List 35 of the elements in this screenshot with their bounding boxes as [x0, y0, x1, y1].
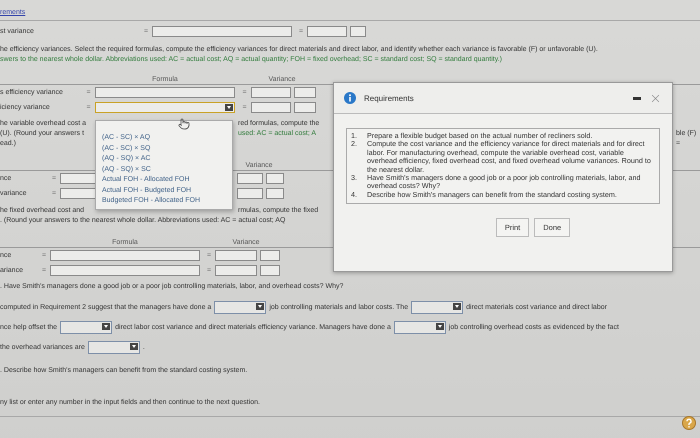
variance-field[interactable]	[307, 26, 347, 36]
hand-cursor-icon	[178, 118, 190, 130]
info-icon	[344, 92, 356, 104]
variance-field[interactable]	[215, 250, 257, 261]
variance-type-field[interactable]	[350, 26, 366, 36]
caret-icon	[130, 343, 138, 350]
caret-icon	[453, 303, 462, 310]
variance-type-field[interactable]	[266, 173, 284, 184]
formula-field[interactable]	[95, 87, 235, 98]
variance-type-field[interactable]	[266, 188, 284, 199]
variance-field[interactable]	[251, 87, 291, 98]
caret-icon	[225, 104, 233, 111]
variance-type-field[interactable]	[260, 250, 280, 261]
variance-field[interactable]	[237, 188, 263, 199]
caret-icon	[256, 303, 264, 310]
formula-field[interactable]	[50, 250, 200, 261]
variance-type-field[interactable]	[260, 265, 280, 276]
answer-dropdown[interactable]	[394, 321, 446, 334]
caret-icon	[436, 323, 444, 330]
formula-field[interactable]	[50, 265, 200, 276]
help-icon[interactable]	[682, 416, 696, 430]
variance-field[interactable]	[251, 102, 291, 113]
answer-dropdown[interactable]	[214, 301, 266, 314]
dialog-title: Requirements	[364, 94, 415, 102]
answer-dropdown[interactable]	[60, 321, 112, 334]
variance-field[interactable]	[215, 265, 257, 276]
answer-dropdown[interactable]	[88, 341, 140, 354]
caret-icon	[102, 323, 110, 330]
minimize-icon[interactable]	[633, 96, 641, 100]
answer-dropdown[interactable]	[411, 301, 464, 314]
formula-dropdown[interactable]	[95, 102, 235, 113]
variance-field[interactable]	[237, 173, 263, 184]
variance-type-field[interactable]	[294, 87, 316, 98]
variance-type-field[interactable]	[294, 102, 316, 113]
formula-field[interactable]	[152, 26, 292, 36]
